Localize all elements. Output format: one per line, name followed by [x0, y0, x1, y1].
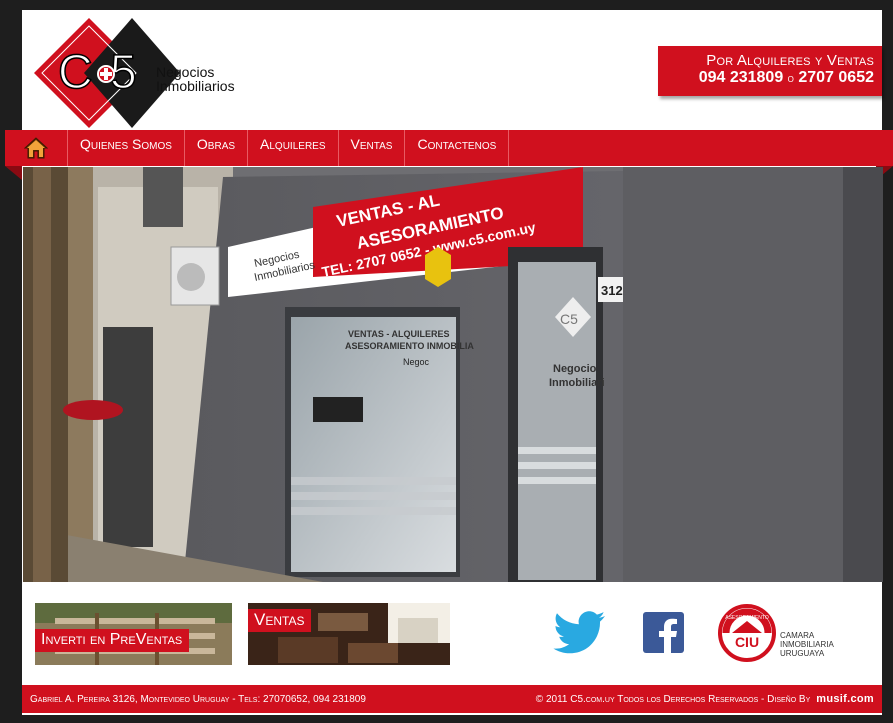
svg-text:C: C [58, 46, 93, 99]
site-logo[interactable]: C 5 Negocios Inmobiliarios [34, 18, 244, 128]
nav-fold-left [5, 166, 22, 180]
ciu-line1: CAMARA INMOBILIARIA [780, 631, 834, 649]
twitter-link[interactable] [551, 610, 607, 656]
nav-contactenos[interactable]: Contactenos [405, 130, 510, 166]
logo-line2: Inmobiliarios [156, 78, 235, 94]
ciu-text: CIU [735, 634, 759, 650]
footer-address: Gabriel A. Pereira 3126, Montevideo Urug… [30, 693, 366, 705]
window-text1: VENTAS - ALQUILERES [348, 329, 450, 339]
footer: Gabriel A. Pereira 3126, Montevideo Urug… [22, 685, 882, 713]
ciu-logo-icon: ASESORAMIENTO CIU [718, 604, 776, 662]
ciu-arc-text: ASESORAMIENTO [725, 615, 769, 621]
phone-1: 094 231809 [698, 69, 784, 86]
logo-line1: Negocios [156, 64, 215, 80]
door-text2: Inmobiliari [549, 377, 605, 389]
facebook-link[interactable] [643, 612, 684, 653]
contact-phones: 094 231809 o 2707 0652 [658, 69, 874, 87]
facebook-icon [643, 612, 684, 653]
designer-link[interactable]: musif.com [816, 693, 874, 705]
main-nav: Quienes Somos Obras Alquileres Ventas Co… [5, 130, 893, 166]
home-icon [24, 137, 48, 159]
footer-copyright: © 2011 C5.com.uy Todos los Derechos Rese… [535, 693, 811, 705]
hero-storefront-image: VENTAS - AL ASESORAMIENTO TEL: 2707 0652… [23, 167, 883, 582]
nav-home[interactable] [5, 130, 68, 166]
promo-ventas-label: Ventas [248, 609, 312, 632]
promo-ventas[interactable]: Ventas [248, 603, 450, 665]
nav-obras[interactable]: Obras [185, 130, 249, 166]
window-text2: ASESORAMIENTO INMOBILIA [345, 341, 474, 351]
phone-2: 2707 0652 [798, 69, 874, 86]
contact-title: Por Alquileres y Ventas [706, 52, 874, 69]
twitter-icon [553, 611, 605, 654]
promo-preventas[interactable]: Inverti en PreVentas [35, 603, 232, 665]
promo-preventas-label: Inverti en PreVentas [35, 629, 190, 652]
nav-quienes-somos[interactable]: Quienes Somos [68, 130, 185, 166]
ciu-line2: URUGUAYA [780, 649, 825, 658]
door-logo: C5 [560, 311, 578, 327]
door-text1: Negocio [553, 363, 597, 375]
contact-banner: Por Alquileres y Ventas 094 231809 o 270… [658, 46, 882, 96]
window-text3: Negoc [403, 357, 430, 367]
ciu-badge[interactable]: ASESORAMIENTO CIU CAMARA INMOBILIARIA UR… [718, 603, 858, 663]
phone-or: o [787, 71, 794, 85]
nav-ventas[interactable]: Ventas [339, 130, 406, 166]
nav-alquileres[interactable]: Alquileres [248, 130, 339, 166]
